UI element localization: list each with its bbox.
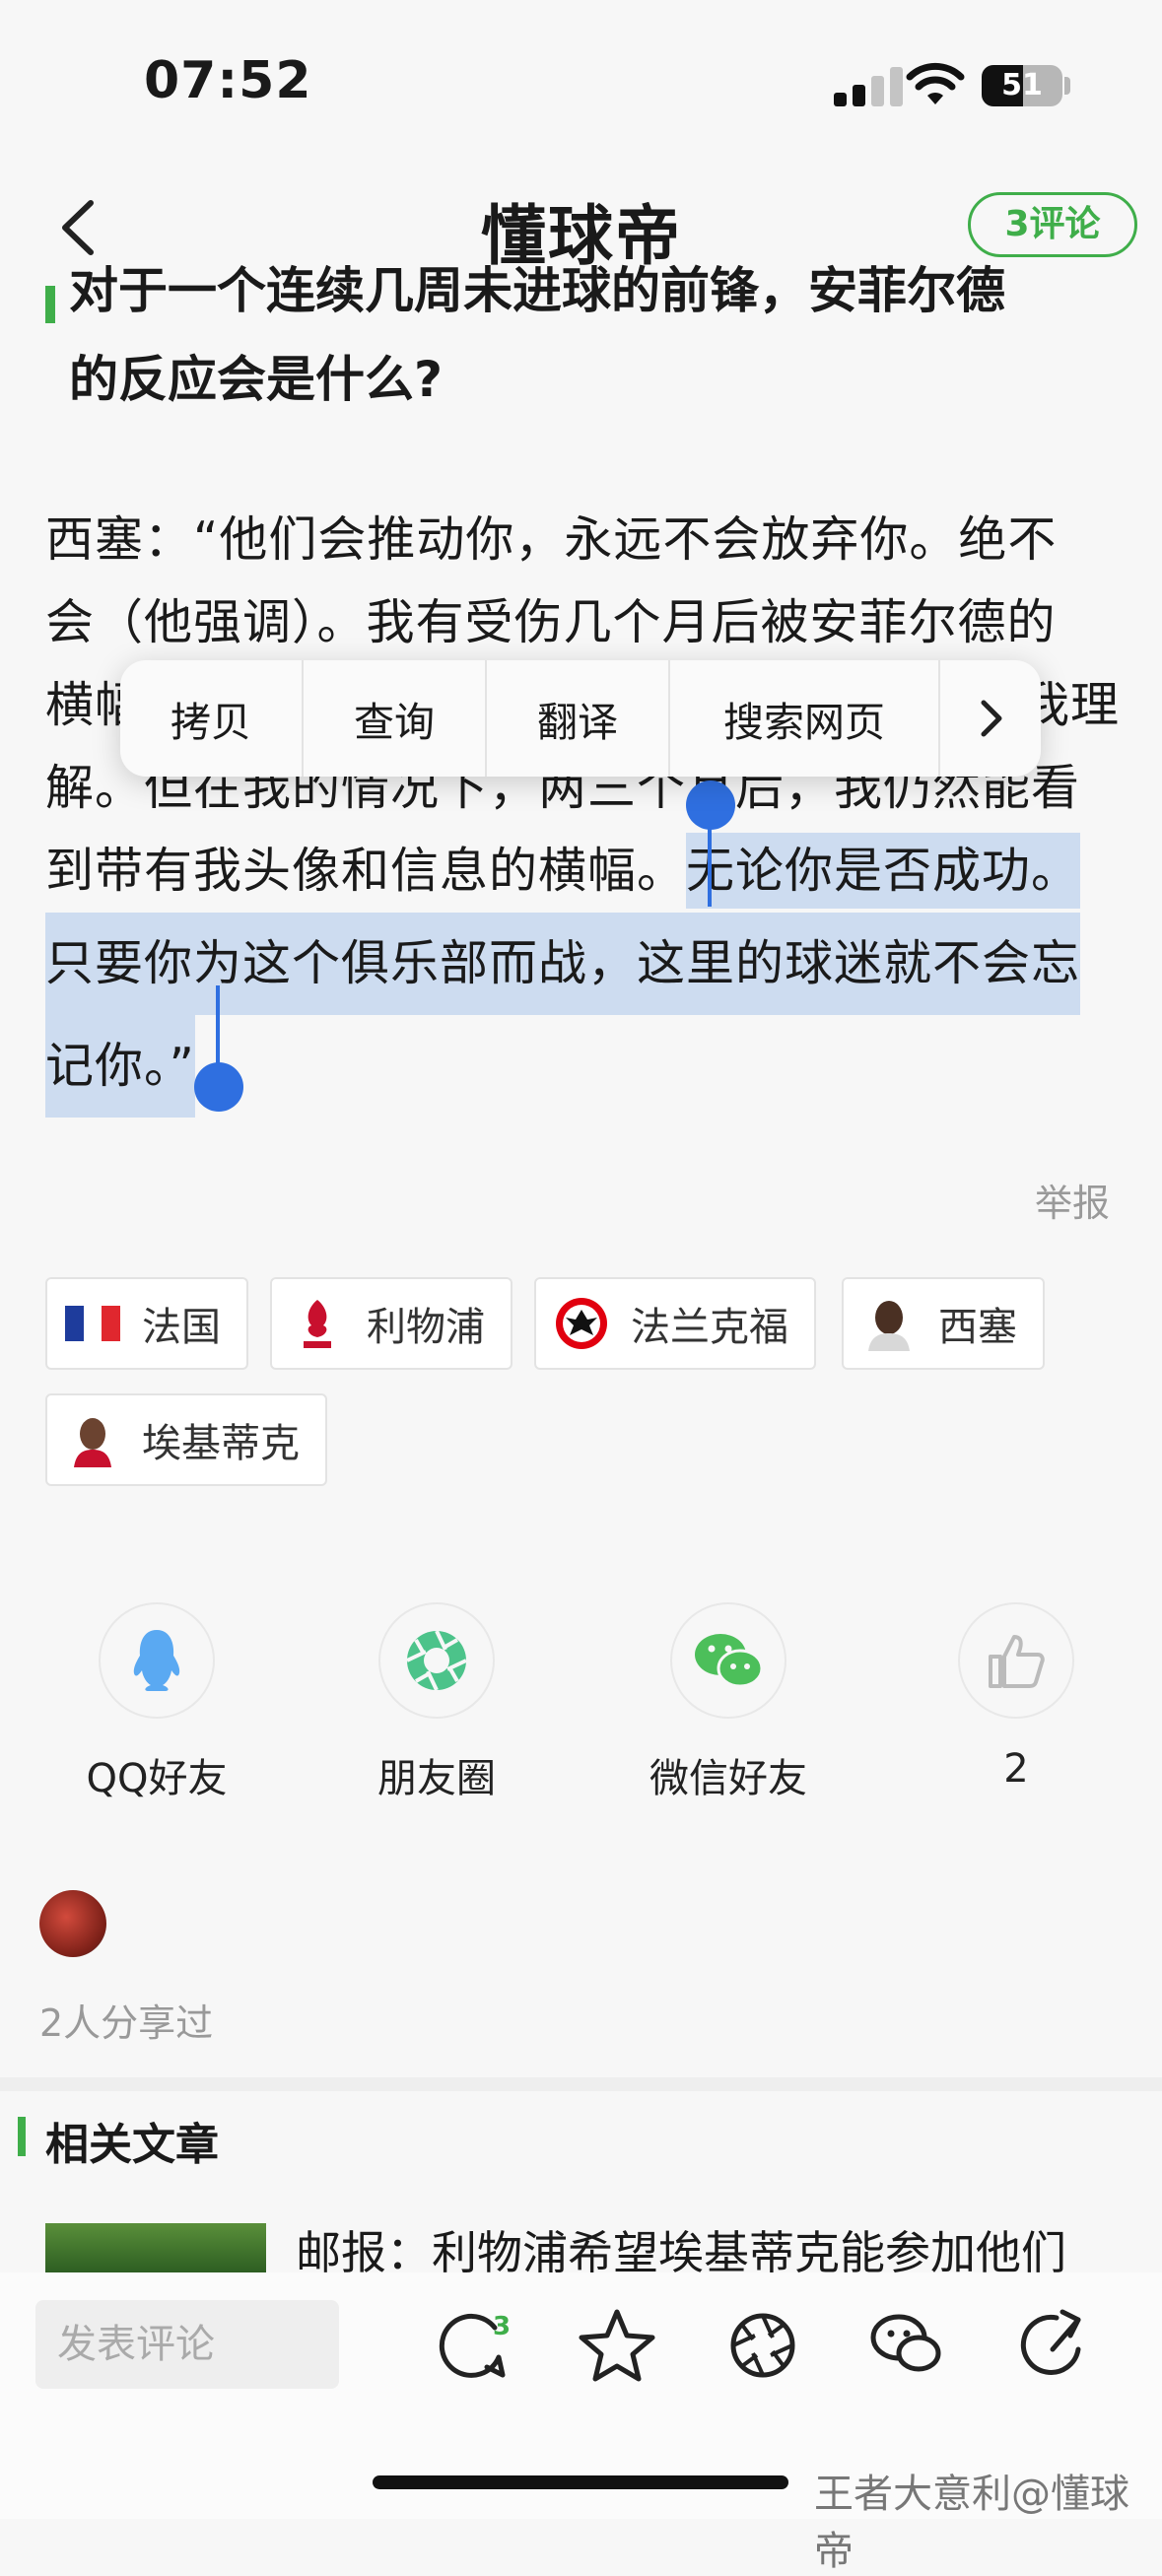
status-time: 07:52 — [144, 51, 312, 110]
body-fragment: 到带有我头像和信息的横幅。 — [45, 843, 687, 899]
body-line: 只要你为这个俱乐部而战，这里的球迷就不会忘 — [45, 913, 1120, 1015]
menu-item-copy[interactable]: 拷贝 — [120, 660, 304, 777]
thumbs-up-icon — [989, 1635, 1045, 1688]
selection-end-handle[interactable] — [194, 1062, 243, 1112]
home-indicator[interactable] — [373, 2475, 788, 2489]
sharers-count: 2人分享过 — [39, 2001, 214, 2045]
tag-label: 西塞 — [938, 1305, 1017, 1350]
sharer-avatar[interactable] — [39, 1890, 106, 1957]
tag-label: 利物浦 — [367, 1305, 485, 1350]
text-selection-menu: 拷贝 查询 翻译 搜索网页 — [120, 660, 1041, 777]
watermark: 王者大意利@懂球帝 — [814, 2472, 1129, 2574]
menu-more-button[interactable] — [940, 660, 1041, 777]
share-wechat-label: 微信好友 — [649, 1756, 807, 1801]
selected-text: 记你。” — [45, 1015, 195, 1118]
tag-liverpool[interactable]: 利物浦 — [270, 1277, 513, 1370]
wifi-icon — [906, 62, 965, 104]
share-qq-button[interactable] — [99, 1602, 215, 1719]
like-button[interactable] — [958, 1602, 1074, 1719]
article-body[interactable]: 西塞：“他们会推动你，永远不会放弃你。绝不 会（他强调）。我有受伤几个月后被安菲… — [45, 499, 1120, 1118]
section-divider — [0, 2077, 1162, 2091]
frankfurt-crest-icon — [554, 1296, 609, 1351]
body-line: 到带有我头像和信息的横幅。无论你是否成功。 — [45, 830, 1120, 913]
related-article-thumbnail[interactable] — [45, 2223, 266, 2272]
tag-label: 法兰克福 — [631, 1305, 788, 1350]
heading-line: 对于一个连续几周未进球的前锋，安菲尔德 — [69, 262, 1005, 319]
comment-count-badge: 3 — [493, 2312, 512, 2341]
liverpool-crest-icon — [290, 1296, 345, 1351]
tag-cisse[interactable]: 西塞 — [842, 1277, 1045, 1370]
heading-line: 的反应会是什么? — [69, 351, 444, 408]
tag-label: 埃基蒂克 — [142, 1421, 300, 1466]
share-qq-label: QQ好友 — [86, 1756, 228, 1801]
player-avatar-icon — [861, 1296, 917, 1351]
battery-icon: 51 — [982, 65, 1062, 106]
selected-text: 只要你为这个俱乐部而战，这里的球迷就不会忘 — [45, 913, 1081, 1015]
related-accent-bar — [18, 2117, 26, 2156]
like-count: 2 — [1003, 1746, 1029, 1792]
share-moments-label: 朋友圈 — [377, 1756, 496, 1801]
selection-start-caret — [708, 808, 712, 907]
tag-label: 法国 — [142, 1305, 221, 1350]
battery-percent: 51 — [1001, 68, 1043, 102]
tag-ekitike[interactable]: 埃基蒂克 — [45, 1393, 327, 1486]
share-wechat-button[interactable] — [670, 1602, 786, 1719]
menu-item-translate[interactable]: 翻译 — [487, 660, 670, 777]
report-link[interactable]: 举报 — [1035, 1173, 1110, 1227]
qq-penguin-icon — [133, 1630, 180, 1691]
aperture-icon[interactable] — [723, 2306, 802, 2385]
wechat-icon — [695, 1634, 764, 1688]
battery-tip — [1064, 77, 1070, 95]
comment-input[interactable]: 发表评论 — [35, 2300, 339, 2389]
tag-frankfurt[interactable]: 法兰克福 — [534, 1277, 816, 1370]
share-moments-button[interactable] — [378, 1602, 495, 1719]
body-line: 西塞：“他们会推动你，永远不会放弃你。绝不 — [45, 511, 1058, 568]
star-icon[interactable] — [578, 2306, 656, 2385]
chevron-right-icon — [981, 700, 1002, 737]
article-heading: 对于一个连续几周未进球的前锋，安菲尔德 的反应会是什么? — [69, 262, 1114, 424]
tag-france[interactable]: 法国 — [45, 1277, 248, 1370]
france-flag-icon — [65, 1296, 120, 1351]
menu-item-search-web[interactable]: 搜索网页 — [670, 660, 940, 777]
heading-accent-bar — [45, 286, 55, 323]
share-icon[interactable] — [1013, 2306, 1092, 2385]
related-articles-title: 相关文章 — [45, 2120, 219, 2170]
selected-text: 无论你是否成功。 — [686, 833, 1081, 909]
aperture-icon — [406, 1630, 467, 1691]
wechat-icon[interactable] — [867, 2306, 946, 2385]
menu-item-lookup[interactable]: 查询 — [304, 660, 487, 777]
player-avatar-icon — [65, 1412, 120, 1467]
body-line: 会（他强调）。我有受伤几个月后被安菲尔德的 — [45, 594, 1057, 650]
